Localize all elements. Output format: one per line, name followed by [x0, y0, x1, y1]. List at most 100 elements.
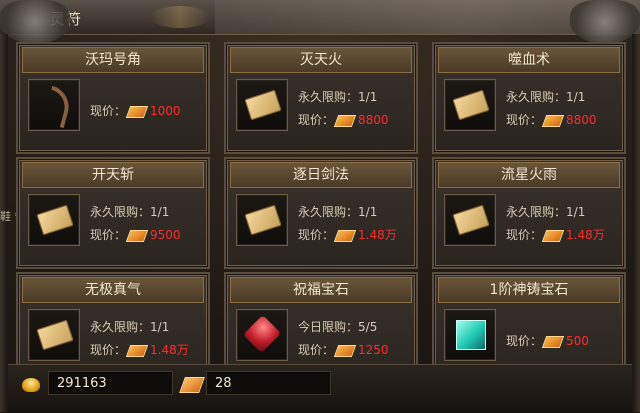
limit-label: 永久限购： — [506, 90, 567, 104]
item-icon-slot[interactable] — [236, 79, 288, 131]
item-name: 流星火雨 — [438, 162, 620, 188]
price-line: 现价： 1.48万 — [298, 226, 397, 243]
item-icon-slot[interactable] — [236, 309, 288, 361]
shop-window: 灵符 鞋 * 1 沃玛号角 现价：1000 灭天火 永久限购：1/1 现价：88… — [0, 0, 640, 413]
limit-value: 1/1 — [358, 90, 378, 104]
ingot-icon — [541, 114, 565, 127]
limit-label: 永久限购： — [90, 205, 151, 219]
price-label: 现价： — [506, 334, 543, 348]
limit-value: 1/1 — [566, 205, 586, 219]
limit-label: 永久限购： — [298, 90, 359, 104]
red-gem-icon — [242, 314, 282, 354]
limit-value: 1/1 — [150, 205, 170, 219]
limit-line: 永久限购：1/1 — [506, 203, 585, 220]
ingot-icon — [333, 114, 357, 127]
ingot-icon — [125, 105, 149, 118]
item-name: 灭天火 — [230, 47, 412, 73]
price-line: 现价： 1.48万 — [506, 226, 605, 243]
shop-item-card[interactable]: 逐日剑法 永久限购：1/1 现价： 1.48万 — [224, 157, 418, 269]
limit-value: 1/1 — [358, 205, 378, 219]
price-label: 现价： — [298, 228, 335, 242]
item-name: 逐日剑法 — [230, 162, 412, 188]
currency-bar: 291163 28 — [8, 364, 632, 413]
limit-value: 1/1 — [150, 320, 170, 334]
scroll-icon — [452, 89, 490, 121]
right-rail — [632, 34, 640, 412]
item-icon-slot[interactable] — [444, 79, 496, 131]
limit-line: 永久限购：1/1 — [90, 318, 169, 335]
price-line: 现价： 1250 — [298, 341, 389, 358]
ingot-icon — [541, 335, 565, 348]
limit-label: 永久限购： — [90, 320, 151, 334]
price-label: 现价： — [90, 104, 127, 118]
price-line: 现价： 9500 — [90, 226, 181, 243]
item-name: 噬血术 — [438, 47, 620, 73]
cyan-gem-icon — [456, 320, 486, 350]
ingot-amount: 28 — [206, 371, 331, 395]
price-value: 1.48万 — [566, 228, 605, 242]
limit-label: 今日限购： — [298, 320, 359, 334]
price-label: 现价： — [90, 343, 127, 357]
limit-value: 1/1 — [566, 90, 586, 104]
ingot-icon — [125, 229, 149, 242]
title-bar: 灵符 — [0, 0, 640, 35]
ingot-icon — [179, 377, 205, 393]
limit-line: 永久限购：1/1 — [298, 88, 377, 105]
item-icon-slot[interactable] — [28, 309, 80, 361]
price-line: 现价： 8800 — [506, 111, 597, 128]
scroll-icon — [36, 319, 74, 351]
scroll-icon — [452, 204, 490, 236]
shop-item-card[interactable]: 无极真气 永久限购：1/1 现价： 1.48万 — [16, 272, 210, 364]
price-label: 现价： — [506, 228, 543, 242]
item-name: 沃玛号角 — [22, 47, 204, 73]
ingot-icon — [541, 229, 565, 242]
price-value: 500 — [566, 334, 589, 348]
limit-label: 永久限购： — [298, 205, 359, 219]
item-name: 开天斩 — [22, 162, 204, 188]
item-name: 1阶神铸宝石 — [438, 277, 620, 303]
scroll-icon — [244, 204, 282, 236]
limit-label: 永久限购： — [506, 205, 567, 219]
item-name: 祝福宝石 — [230, 277, 412, 303]
price-line: 现价： 500 — [506, 332, 589, 349]
price-value: 1000 — [150, 104, 181, 118]
price-value: 1.48万 — [358, 228, 397, 242]
item-icon-slot[interactable] — [28, 79, 80, 131]
shop-item-card[interactable]: 流星火雨 永久限购：1/1 现价： 1.48万 — [432, 157, 626, 269]
ingot-icon — [333, 344, 357, 357]
horn-icon — [42, 85, 74, 129]
limit-line: 永久限购：1/1 — [90, 203, 169, 220]
shop-item-card[interactable]: 沃玛号角 现价： 1000 — [16, 42, 210, 154]
ingot-icon — [333, 229, 357, 242]
limit-line: 今日限购：5/5 — [298, 318, 377, 335]
shop-item-card[interactable]: 灭天火 永久限购：1/1 现价： 8800 — [224, 42, 418, 154]
price-label: 现价： — [90, 228, 127, 242]
gold-ingot-icon — [22, 378, 40, 392]
price-label: 现价： — [506, 113, 543, 127]
price-line: 现价： 1000 — [90, 102, 181, 119]
title-ornament — [150, 6, 210, 28]
price-value: 8800 — [566, 113, 597, 127]
price-line: 现价： 8800 — [298, 111, 389, 128]
ingot-icon — [125, 344, 149, 357]
scroll-icon — [36, 204, 74, 236]
price-value: 9500 — [150, 228, 181, 242]
shop-item-card[interactable]: 祝福宝石 今日限购：5/5 现价： 1250 — [224, 272, 418, 364]
item-icon-slot[interactable] — [28, 194, 80, 246]
price-value: 8800 — [358, 113, 389, 127]
limit-line: 永久限购：1/1 — [298, 203, 377, 220]
shop-item-card[interactable]: 1阶神铸宝石 现价： 500 — [432, 272, 626, 364]
scroll-icon — [244, 89, 282, 121]
price-line: 现价： 1.48万 — [90, 341, 189, 358]
item-name: 无极真气 — [22, 277, 204, 303]
shop-item-card[interactable]: 噬血术 永久限购：1/1 现价： 8800 — [432, 42, 626, 154]
shop-item-card[interactable]: 开天斩 永久限购：1/1 现价： 9500 — [16, 157, 210, 269]
limit-value: 5/5 — [358, 320, 378, 334]
item-icon-slot[interactable] — [236, 194, 288, 246]
gold-amount: 291163 — [48, 371, 173, 395]
price-label: 现价： — [298, 343, 335, 357]
item-icon-slot[interactable] — [444, 194, 496, 246]
price-label: 现价： — [298, 113, 335, 127]
price-value: 1250 — [358, 343, 389, 357]
item-icon-slot[interactable] — [444, 309, 496, 361]
